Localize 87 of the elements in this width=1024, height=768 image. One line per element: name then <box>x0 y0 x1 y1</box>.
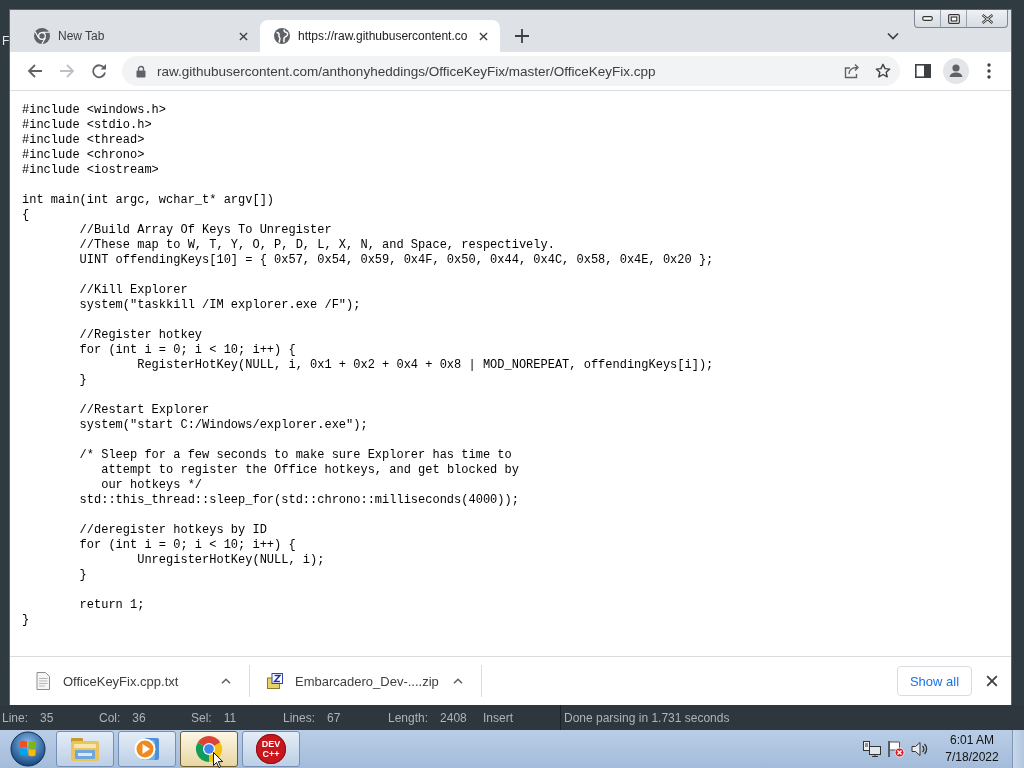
code-line: //Kill Explorer <box>79 283 188 297</box>
code-line: { <box>22 208 30 222</box>
code-line: //Register hotkey <box>79 328 203 342</box>
browser-logo-icon <box>34 28 50 44</box>
code-line: #include <chrono> <box>22 148 145 162</box>
back-arrow-icon <box>27 63 43 79</box>
code-line: RegisterHotKey(NULL, i, 0x1 + 0x2 + 0x4 + 0x8 | MOD_NOREPEAT, offendingKeys[i]); <box>137 358 714 372</box>
code-line: UINT offendingKeys[10] = { 0x57, 0x54, 0x59, 0x4F, 0x50, 0x44, 0x4C, 0x58, 0x4E, 0x20 }; <box>79 253 714 267</box>
download-item[interactable]: Embarcadero_Dev-....zip <box>250 665 446 697</box>
archive-icon <box>267 673 283 689</box>
code-line: //Restart Explorer <box>79 403 210 417</box>
clock-time: 6:01 AM <box>950 732 994 749</box>
code-line: /* Sleep for a few seconds to make sure Explorer has time to <box>79 448 512 462</box>
status-label: Length: <box>388 710 429 725</box>
code-line: } <box>79 373 87 387</box>
status-label: Lines: <box>283 710 316 725</box>
star-icon <box>875 63 891 79</box>
close-icon <box>980 13 994 24</box>
minimize-icon <box>922 16 933 21</box>
code-line: our hotkeys */ <box>101 478 203 492</box>
forward-arrow-icon <box>59 63 75 79</box>
code-line: UnregisterHotKey(NULL, i); <box>137 553 325 567</box>
reload-icon <box>91 63 107 79</box>
download-item[interactable]: OfficeKeyFix.cpp.txt <box>18 665 214 697</box>
code-line: //Build Array Of Keys To Unregister <box>79 223 332 237</box>
close-icon <box>238 31 248 41</box>
status-label: Sel: <box>191 710 212 725</box>
caret-up-icon <box>453 678 463 684</box>
share-icon <box>844 63 860 79</box>
media-player-icon <box>133 735 161 763</box>
code-line: for (int i = 0; i < 10; i++) { <box>79 538 296 552</box>
status-label: Col: <box>99 710 121 725</box>
lock-icon <box>136 64 146 78</box>
status-label: Line: <box>2 710 29 725</box>
browser-tab[interactable]: https://raw.githubusercontent.co <box>260 20 500 52</box>
flag-icon <box>887 740 905 758</box>
close-icon <box>986 675 998 687</box>
code-line: #include <windows.h> <box>22 103 167 117</box>
menu-letter: F <box>1 34 9 48</box>
menu-icon <box>987 63 991 79</box>
code-line: attempt to register the Office hotkeys, and get blocked by <box>101 463 519 477</box>
speaker-icon <box>911 741 929 757</box>
plus-icon <box>515 29 529 43</box>
app-logo: DEV C++ <box>256 734 286 764</box>
code-line: int main(int argc, wchar_t* argv[]) <box>22 193 275 207</box>
code-line: std::this_thread::sleep_for(std::chrono::milliseconds(4000)); <box>79 493 519 507</box>
show-all-button[interactable]: Show all <box>897 666 972 696</box>
taskbar-button[interactable] <box>118 731 176 767</box>
code-line: system("start C:/Windows/explorer.exe"); <box>79 418 368 432</box>
status-value: 67 <box>327 710 341 725</box>
url-text: raw.githubusercontent.com/anthonyheddings/OfficeKeyFix/master/OfficeKeyFix.cpp <box>157 63 656 79</box>
code-line: system("taskkill /IM explorer.exe /F"); <box>79 298 361 312</box>
document-icon <box>35 672 51 690</box>
status-value: 35 <box>40 710 54 725</box>
globe-icon <box>274 28 290 44</box>
taskbar-button[interactable]: DEV C++ <box>242 731 300 767</box>
caret-up-icon <box>221 678 231 684</box>
code-line: for (int i = 0; i < 10; i++) { <box>79 343 296 357</box>
folder-icon <box>69 735 101 763</box>
side-panel-icon <box>915 64 931 78</box>
mouse-cursor-icon <box>213 752 224 768</box>
profile-button[interactable] <box>942 57 970 85</box>
code-line: #include <stdio.h> <box>22 118 152 132</box>
code-line: #include <iostream> <box>22 163 159 177</box>
status-message: Done parsing in 1.731 seconds <box>564 710 730 725</box>
status-value: 11 <box>223 710 237 725</box>
taskbar-button[interactable] <box>180 731 238 767</box>
status-value: 2408 <box>440 710 467 725</box>
status-value: 36 <box>132 710 146 725</box>
code-line: } <box>79 568 87 582</box>
browser-tab[interactable]: New Tab <box>20 20 260 52</box>
code-line: } <box>22 613 30 627</box>
code-line: //deregister hotkeys by ID <box>79 523 267 537</box>
status-mode: Insert <box>483 710 514 725</box>
close-icon <box>478 31 488 41</box>
network-icon <box>863 740 881 758</box>
clock-date: 7/18/2022 <box>945 749 999 766</box>
caret-down-icon <box>887 32 899 40</box>
code-line: //These map to W, T, Y, O, P, D, L, X, N, and Space, respectively. <box>79 238 555 252</box>
code-line: #include <thread> <box>22 133 145 147</box>
browser-logo-icon <box>195 735 223 763</box>
windows-logo-icon <box>8 731 48 767</box>
address-bar[interactable]: raw.githubusercontent.com/anthonyheddings/OfficeKeyFix/master/OfficeKeyFix.cpp <box>122 56 900 86</box>
code-line: return 1; <box>79 598 145 612</box>
profile-avatar-icon <box>943 58 969 84</box>
taskbar-button[interactable] <box>56 731 114 767</box>
maximize-icon <box>947 13 960 24</box>
